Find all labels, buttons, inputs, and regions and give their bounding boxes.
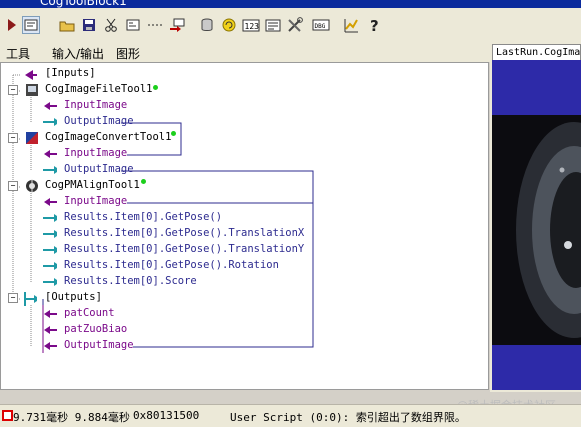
open-icon[interactable] [58, 16, 76, 34]
tools-icon[interactable] [286, 16, 304, 34]
chart-icon[interactable] [342, 16, 360, 34]
tab-graphics[interactable]: 图形 [116, 45, 140, 62]
input-terminal[interactable]: InputImage [64, 147, 127, 159]
output-arrow-icon [43, 278, 57, 286]
collapse-icon[interactable]: − [8, 181, 18, 191]
run-icon[interactable] [3, 16, 21, 34]
collapse-icon[interactable]: − [8, 85, 18, 95]
inputs-label[interactable]: [Inputs] [45, 67, 96, 79]
status-ok-icon [171, 131, 176, 136]
input-arrow-icon [44, 342, 57, 350]
settings-panel-icon[interactable] [264, 16, 282, 34]
show-inputs-outputs-icon[interactable] [22, 16, 40, 34]
output-terminal[interactable]: Results.Item[0].GetPose().TranslationY [64, 243, 304, 255]
database-icon[interactable] [198, 16, 216, 34]
collapse-icon[interactable]: − [8, 293, 18, 303]
output-arrow-icon [43, 262, 57, 270]
image-display[interactable] [492, 60, 581, 390]
tab-tools[interactable]: 工具 [6, 45, 30, 62]
toolbar: 123 DBG ? [0, 8, 581, 43]
output-terminal[interactable]: Results.Item[0].GetPose() [64, 211, 222, 223]
window-title: CogToolBlock1 [40, 0, 127, 8]
tool-name[interactable]: CogImageConvertTool1 [45, 131, 171, 143]
status-bar: 9.731毫秒 9.884毫秒 0x80131500 User Script (… [0, 404, 581, 427]
status-hex: 0x80131500 [133, 409, 200, 422]
pm-align-tool-icon [26, 179, 38, 193]
output-terminal[interactable]: OutputImage [64, 339, 134, 351]
window-titlebar: CogToolBlock1 [0, 0, 581, 8]
status-ok-icon [153, 85, 158, 90]
image-convert-tool-icon [26, 132, 38, 144]
input-arrow-icon [44, 326, 57, 334]
stop-icon [2, 410, 13, 421]
tab-input-output[interactable]: 输入/输出 [52, 45, 104, 62]
image-file-tool-icon [26, 84, 38, 96]
input-arrow-icon [44, 102, 57, 110]
svg-text:DBG: DBG [315, 23, 326, 30]
preview-tab[interactable]: LastRun.CogImageConvertTool1.OutputImage [492, 44, 581, 60]
cut-icon[interactable] [102, 16, 120, 34]
tool-name[interactable]: CogPMAlignTool1 [45, 179, 140, 191]
output-terminal[interactable]: OutputImage [64, 115, 134, 127]
terminal-icon[interactable] [124, 16, 142, 34]
output-terminal[interactable]: patCount [64, 307, 115, 319]
tool-tree: [Inputs] − CogImageFileTool1 InputImage … [0, 62, 489, 390]
status-ok-icon [141, 179, 146, 184]
save-icon[interactable] [80, 16, 98, 34]
input-arrow-icon [44, 310, 57, 318]
import-arrow-icon[interactable] [168, 16, 186, 34]
output-arrow-icon [43, 118, 57, 126]
image-preview-pane: LastRun.CogImageConvertTool1.OutputImage [490, 42, 581, 392]
inputs-arrow-icon [25, 70, 37, 80]
status-timing: 9.731毫秒 9.884毫秒 [13, 411, 130, 424]
help-icon[interactable]: ? [366, 16, 384, 34]
input-arrow-icon [44, 150, 57, 158]
output-arrow-icon [43, 246, 57, 254]
displayed-image [492, 115, 581, 345]
dotted-line-icon[interactable] [146, 16, 164, 34]
input-arrow-icon [44, 198, 57, 206]
refresh-icon[interactable] [220, 16, 238, 34]
svg-text:123: 123 [245, 22, 260, 31]
outputs-label[interactable]: [Outputs] [45, 291, 102, 303]
status-message: User Script (0:0): 索引超出了数组界限。 [230, 411, 466, 424]
output-arrow-icon [43, 230, 57, 238]
tool-name[interactable]: CogImageFileTool1 [45, 83, 152, 95]
output-terminal[interactable]: Results.Item[0].Score [64, 275, 197, 287]
outputs-arrow-icon [24, 292, 37, 306]
output-terminal[interactable]: OutputImage [64, 163, 134, 175]
output-terminal[interactable]: patZuoBiao [64, 323, 127, 335]
input-terminal[interactable]: InputImage [64, 195, 127, 207]
output-terminal[interactable]: Results.Item[0].GetPose().TranslationX [64, 227, 304, 239]
debug-icon[interactable]: DBG [312, 16, 330, 34]
input-terminal[interactable]: InputImage [64, 99, 127, 111]
tab-bar: 工具 输入/输出 图形 [0, 42, 490, 62]
output-arrow-icon [43, 214, 57, 222]
output-arrow-icon [43, 166, 57, 174]
numeric-123-icon[interactable]: 123 [242, 16, 260, 34]
collapse-icon[interactable]: − [8, 133, 18, 143]
output-terminal[interactable]: Results.Item[0].GetPose().Rotation [64, 259, 279, 271]
svg-text:?: ? [370, 18, 379, 33]
